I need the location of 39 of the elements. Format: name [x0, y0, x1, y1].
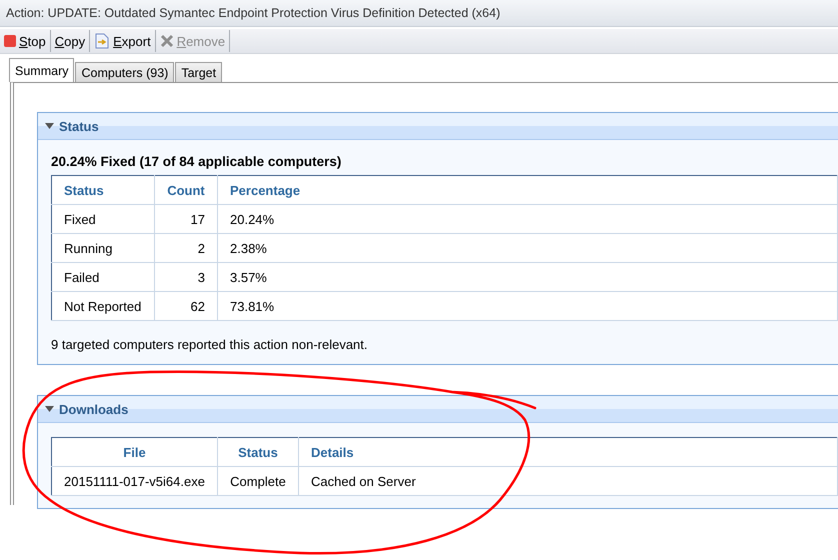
table-cell: Failed	[52, 262, 154, 292]
summary-text: 20.24% Fixed (17 of 84 applicable computers)	[51, 154, 342, 169]
table-cell: 2	[154, 234, 218, 262]
column-header[interactable]: File	[52, 438, 218, 466]
table-cell: Running	[52, 234, 154, 262]
table-cell: 3.57%	[218, 262, 838, 292]
section-title: Downloads	[59, 402, 128, 416]
tab[interactable]: Summary	[9, 58, 74, 82]
table-cell: 62	[154, 292, 218, 320]
export-icon	[94, 33, 110, 49]
collapse-icon	[45, 406, 54, 412]
column-header[interactable]: Status	[52, 176, 154, 204]
table-cell: 20151111-017-v5i64.exe	[52, 466, 218, 496]
stop-button[interactable]: Stop	[0, 30, 51, 52]
table-cell: Cached on Server	[298, 466, 838, 496]
table-cell: 20.24%	[218, 204, 838, 234]
table-cell: Complete	[218, 466, 298, 496]
close-icon	[160, 34, 174, 48]
table-cell: 3	[154, 262, 218, 292]
table-cell: Not Reported	[52, 292, 154, 320]
copy-button[interactable]: Copy	[50, 30, 90, 52]
table-cell: 73.81%	[218, 292, 838, 320]
tab[interactable]: Computers (93)	[75, 62, 174, 82]
section-title: Status	[59, 118, 99, 134]
section-header[interactable]: Status	[38, 113, 838, 140]
column-header[interactable]: Count	[154, 176, 218, 204]
column-header[interactable]: Details	[298, 438, 838, 466]
export-button[interactable]: Export	[90, 30, 156, 52]
table-cell: 2.38%	[218, 234, 838, 262]
tab[interactable]: Target	[175, 62, 222, 82]
column-header[interactable]: Status	[218, 438, 298, 466]
collapse-icon	[45, 123, 54, 129]
stop-icon	[4, 35, 16, 47]
section-header[interactable]: Downloads	[38, 396, 838, 423]
table-cell: 17	[154, 204, 218, 234]
column-header[interactable]: Percentage	[218, 176, 838, 204]
table-cell: Fixed	[52, 204, 154, 234]
window-title: Action: UPDATE: Outdated Symantec Endpoint Protection Virus Definition Detected (x64)	[0, 0, 838, 27]
note-text: 9 targeted computers reported this action non-relevant.	[51, 337, 369, 352]
